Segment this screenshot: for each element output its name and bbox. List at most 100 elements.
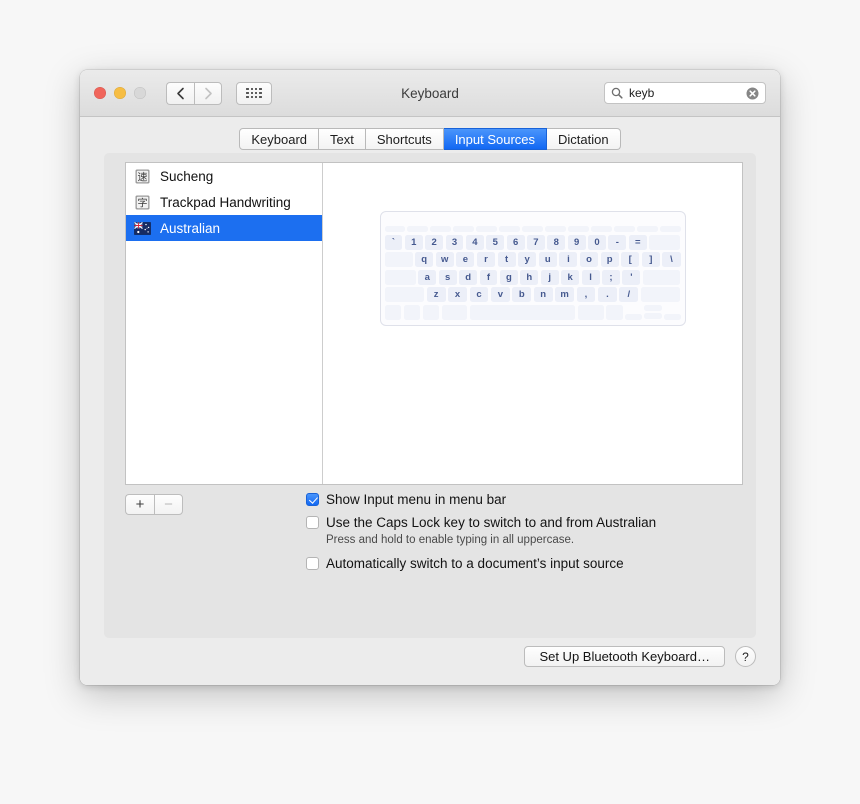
search-field[interactable]: keyb [604, 82, 766, 104]
key-arrow-down[interactable] [644, 313, 662, 319]
key-tab[interactable] [384, 252, 413, 267]
key-1[interactable]: 1 [404, 234, 423, 250]
tab-keyboard[interactable]: Keyboard [239, 128, 320, 150]
key-v[interactable]: v [490, 287, 510, 302]
key-blank[interactable] [407, 226, 428, 232]
checkbox-caps-lock-switch[interactable] [306, 516, 319, 529]
minimize-button[interactable] [114, 87, 126, 99]
checkbox-auto-switch-document[interactable] [306, 557, 319, 570]
key-shift-left[interactable] [384, 287, 425, 302]
key-l[interactable]: l [581, 269, 600, 285]
key-w[interactable]: w [435, 252, 454, 267]
key-semicolon[interactable]: ; [602, 269, 620, 285]
key-x[interactable]: x [448, 287, 468, 302]
key-c[interactable]: c [469, 287, 489, 302]
input-source-list[interactable]: 速 Sucheng 字 Trackpad Handwriting Austral… [126, 163, 323, 484]
tab-dictation[interactable]: Dictation [547, 128, 621, 150]
tab-text[interactable]: Text [319, 128, 366, 150]
key-9[interactable]: 9 [567, 234, 586, 250]
key-m[interactable]: m [555, 287, 575, 302]
key-space[interactable] [469, 304, 576, 320]
key-delete[interactable] [649, 234, 681, 250]
key-bracketright[interactable]: ] [641, 252, 660, 267]
key-k[interactable]: k [561, 269, 580, 285]
option-caps-lock-switch[interactable]: Use the Caps Lock key to switch to and f… [306, 514, 656, 531]
key-d[interactable]: d [459, 269, 478, 285]
key-y[interactable]: y [518, 252, 537, 267]
key-fn[interactable] [384, 304, 402, 320]
key-blank[interactable] [637, 226, 658, 232]
key-2[interactable]: 2 [425, 234, 444, 250]
help-button[interactable]: ? [735, 646, 756, 667]
search-input-value[interactable]: keyb [629, 86, 746, 100]
key-arrow-right[interactable] [664, 313, 681, 320]
key-slash[interactable]: / [619, 287, 639, 302]
close-button[interactable] [94, 87, 106, 99]
key-blank[interactable] [545, 226, 566, 232]
setup-bluetooth-keyboard-button[interactable]: Set Up Bluetooth Keyboard… [524, 646, 725, 667]
add-input-source-button[interactable]: + [125, 494, 154, 515]
key-bracketleft[interactable]: [ [621, 252, 640, 267]
key-blank[interactable] [568, 226, 589, 232]
clear-circle-icon[interactable] [746, 87, 759, 100]
key-period[interactable]: . [597, 287, 617, 302]
key-quote[interactable]: ' [622, 269, 641, 285]
key-blank[interactable] [499, 226, 520, 232]
key-8[interactable]: 8 [547, 234, 566, 250]
list-item-australian[interactable]: Australian [126, 215, 322, 241]
key-backtick[interactable]: ` [384, 234, 403, 250]
key-arrow-left[interactable] [625, 313, 642, 320]
option-auto-switch-document[interactable]: Automatically switch to a document’s inp… [306, 555, 656, 572]
key-shift-right[interactable] [640, 287, 681, 302]
key-blank[interactable] [591, 226, 612, 232]
checkbox-show-input-menu[interactable] [306, 493, 319, 506]
key-u[interactable]: u [538, 252, 557, 267]
key-blank[interactable] [614, 226, 635, 232]
key-equals[interactable]: = [628, 234, 647, 250]
key-q[interactable]: q [415, 252, 434, 267]
key-return[interactable] [642, 269, 681, 285]
key-option-right[interactable] [606, 304, 623, 320]
key-7[interactable]: 7 [527, 234, 545, 250]
key-blank[interactable] [384, 226, 405, 232]
key-p[interactable]: p [600, 252, 619, 267]
key-5[interactable]: 5 [486, 234, 505, 250]
key-command-right[interactable] [577, 304, 604, 320]
key-arrow-up[interactable] [644, 304, 662, 311]
key-t[interactable]: t [497, 252, 516, 267]
list-item-trackpad-handwriting[interactable]: 字 Trackpad Handwriting [126, 189, 322, 215]
key-b[interactable]: b [512, 287, 532, 302]
list-item-sucheng[interactable]: 速 Sucheng [126, 163, 322, 189]
tab-shortcuts[interactable]: Shortcuts [365, 128, 444, 150]
key-blank[interactable] [660, 226, 681, 232]
key-3[interactable]: 3 [445, 234, 464, 250]
key-minus[interactable]: - [608, 234, 627, 250]
key-blank[interactable] [453, 226, 474, 232]
key-blank[interactable] [430, 226, 451, 232]
key-o[interactable]: o [579, 252, 599, 267]
key-n[interactable]: n [533, 287, 553, 302]
key-control[interactable] [403, 304, 421, 320]
key-e[interactable]: e [456, 252, 475, 267]
key-backslash[interactable]: \ [662, 252, 681, 267]
key-4[interactable]: 4 [465, 234, 484, 250]
key-z[interactable]: z [426, 287, 446, 302]
key-blank[interactable] [522, 226, 543, 232]
key-a[interactable]: a [418, 269, 437, 285]
key-i[interactable]: i [559, 252, 578, 267]
key-blank[interactable] [476, 226, 497, 232]
key-h[interactable]: h [520, 269, 539, 285]
key-f[interactable]: f [479, 269, 498, 285]
key-j[interactable]: j [540, 269, 559, 285]
key-0[interactable]: 0 [588, 234, 606, 250]
key-g[interactable]: g [499, 269, 518, 285]
key-6[interactable]: 6 [506, 234, 525, 250]
key-s[interactable]: s [438, 269, 457, 285]
key-capslock[interactable] [384, 269, 416, 285]
key-option-left[interactable] [422, 304, 440, 320]
option-show-input-menu[interactable]: Show Input menu in menu bar [306, 491, 656, 508]
key-command-left[interactable] [441, 304, 468, 320]
key-r[interactable]: r [476, 252, 496, 267]
key-comma[interactable]: , [576, 287, 596, 302]
back-button[interactable] [166, 81, 194, 105]
